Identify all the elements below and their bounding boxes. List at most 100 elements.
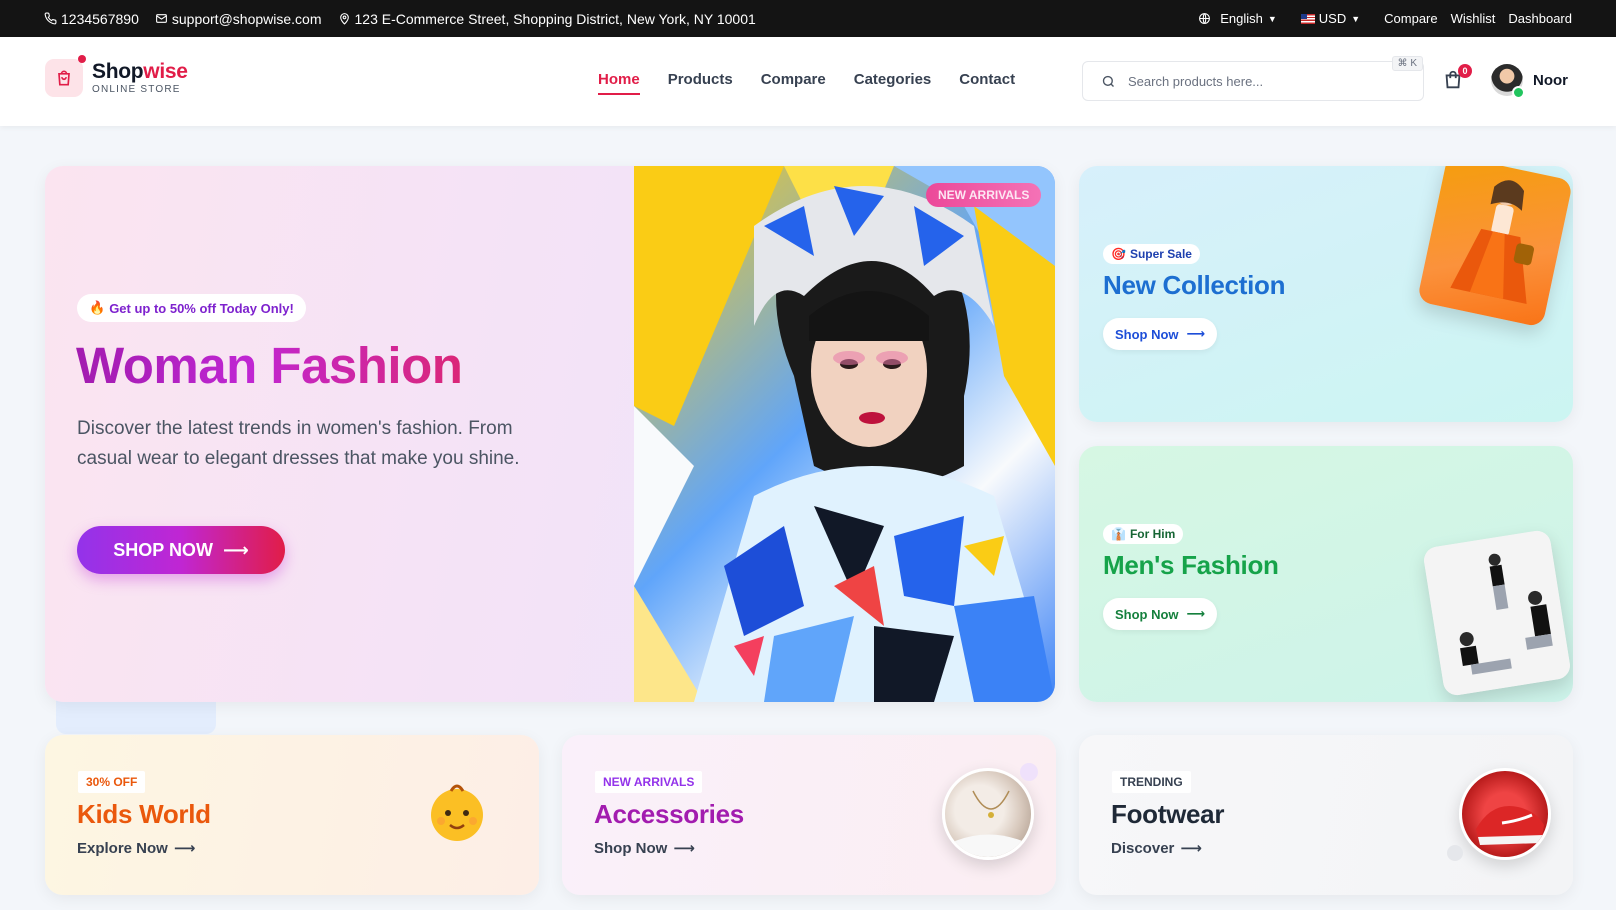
shop-now-button[interactable]: Shop Now ⟶ <box>1103 598 1218 630</box>
globe-icon <box>1199 13 1211 24</box>
main-header: Shopwise ONLINE STORE Home Products Comp… <box>0 37 1616 126</box>
email-address: support@shopwise.com <box>171 10 322 27</box>
hero-shop-now-button[interactable]: SHOP NOW ⟶ <box>77 526 285 574</box>
red-sneaker-illustration <box>1476 805 1544 845</box>
hero-image <box>634 166 1055 702</box>
link-label: Discover <box>1111 839 1175 857</box>
card-title: Footwear <box>1111 799 1225 829</box>
logo-name-part1: Shop <box>92 60 144 83</box>
map-pin-icon <box>339 13 349 25</box>
woman-orange-dress-illustration <box>1450 180 1535 304</box>
topbar-wishlist-link[interactable]: Wishlist <box>1451 11 1496 26</box>
new-arrivals-tag: NEW ARRIVALS <box>595 771 703 793</box>
link-label: Explore Now <box>77 839 168 857</box>
mens-fashion-image <box>1422 528 1572 698</box>
mens-fashion-card[interactable]: 👔 For Him Men's Fashion Shop Now ⟶ <box>1079 446 1573 702</box>
arrow-right-icon: ⟶ <box>673 840 695 857</box>
nav-home[interactable]: Home <box>598 71 640 95</box>
avatar <box>1491 64 1525 99</box>
cart-button[interactable]: 0 <box>1442 64 1472 91</box>
cart-count-badge: 0 <box>1458 64 1472 78</box>
tag-text: For Him <box>1129 527 1176 541</box>
hero-description: Discover the latest trends in women's fa… <box>77 418 520 469</box>
logo-subtitle: ONLINE STORE <box>92 84 181 95</box>
baby-face-icon <box>431 784 483 841</box>
collection-image <box>1416 166 1573 328</box>
phone-info[interactable]: 1234567890 <box>44 11 139 27</box>
language-selector[interactable]: English ▼ <box>1198 11 1277 26</box>
topbar-dashboard-link[interactable]: Dashboard <box>1508 11 1572 26</box>
dancers-illustration <box>1422 528 1572 698</box>
search-box: ⌘ K <box>1082 56 1424 101</box>
us-flag-icon <box>1300 13 1315 24</box>
accessories-card[interactable]: NEW ARRIVALS Accessories Shop Now ⟶ <box>562 735 1056 895</box>
decorative-dot <box>1020 763 1038 781</box>
promo-badge-text: Get up to 50% off Today Only! <box>109 300 294 316</box>
chevron-down-icon: ▼ <box>1351 13 1361 24</box>
site-logo[interactable]: Shopwise ONLINE STORE <box>45 55 188 97</box>
nav-categories[interactable]: Categories <box>854 71 932 95</box>
currency-selector[interactable]: USD ▼ <box>1300 11 1361 26</box>
search-shortcut-hint: ⌘ K <box>1391 56 1423 71</box>
search-icon <box>1102 75 1114 87</box>
user-menu[interactable]: Noor <box>1491 64 1568 99</box>
trending-tag: TRENDING <box>1112 771 1191 793</box>
new-arrivals-badge: NEW ARRIVALS <box>926 183 1042 207</box>
topbar-actions: English ▼ USD ▼ Compare Wishlist Dashboa… <box>1185 11 1572 26</box>
user-name: Noor <box>1533 71 1568 89</box>
card-title: Kids World <box>77 799 211 829</box>
super-sale-tag: 🎯 Super Sale <box>1103 244 1200 264</box>
language-label: English <box>1220 11 1263 26</box>
link-label: Shop Now <box>594 839 668 857</box>
contact-info: 1234567890 support@shopwise.com 123 E-Co… <box>44 11 772 27</box>
footwear-card[interactable]: TRENDING Footwear Discover ⟶ <box>1079 735 1573 895</box>
arrow-right-icon: ⟶ <box>1186 326 1206 341</box>
mail-icon <box>155 14 167 23</box>
arrow-right-icon: ⟶ <box>222 539 249 560</box>
logo-text: Shopwise ONLINE STORE <box>92 61 188 95</box>
nav-products[interactable]: Products <box>668 71 733 95</box>
man-icon: 👔 <box>1111 527 1126 541</box>
phone-number: 1234567890 <box>61 10 139 27</box>
kids-world-card[interactable]: 30% OFF Kids World Explore Now ⟶ <box>45 735 539 895</box>
nav-contact[interactable]: Contact <box>959 71 1015 95</box>
explore-now-link[interactable]: Explore Now ⟶ <box>77 839 196 858</box>
card-title: Men's Fashion <box>1103 550 1279 580</box>
phone-icon <box>44 12 57 25</box>
logo-name: Shopwise <box>92 61 188 82</box>
topbar-compare-link[interactable]: Compare <box>1384 11 1437 26</box>
fire-icon: 🔥 <box>89 300 106 315</box>
nav-compare[interactable]: Compare <box>761 71 826 95</box>
new-collection-card[interactable]: 🎯 Super Sale New Collection Shop Now ⟶ <box>1079 166 1573 422</box>
currency-label: USD <box>1318 11 1347 26</box>
button-label: Shop Now <box>1115 326 1179 342</box>
accessories-image <box>942 768 1034 860</box>
shop-now-link[interactable]: Shop Now ⟶ <box>594 839 695 858</box>
button-label: Shop Now <box>1115 606 1179 622</box>
hero-banner: 🔥 Get up to 50% off Today Only! Woman Fa… <box>45 166 1055 702</box>
decorative-shape <box>56 700 216 734</box>
fashion-model-illustration <box>634 166 1055 702</box>
discover-link[interactable]: Discover ⟶ <box>1111 839 1202 858</box>
hero-button-label: SHOP NOW <box>113 539 213 560</box>
store-address: 123 E-Commerce Street, Shopping District… <box>354 10 756 27</box>
card-title: Accessories <box>594 799 744 829</box>
hero-title: Woman Fashion <box>76 337 463 394</box>
card-title: New Collection <box>1103 270 1286 300</box>
decorative-dot <box>1447 845 1463 861</box>
search-input[interactable] <box>1128 73 1378 89</box>
address-info: 123 E-Commerce Street, Shopping District… <box>338 11 756 27</box>
necklace-illustration <box>955 790 1027 857</box>
shopping-bag-icon <box>45 55 86 97</box>
arrow-right-icon: ⟶ <box>173 840 196 857</box>
for-him-tag: 👔 For Him <box>1103 524 1184 544</box>
arrow-right-icon: ⟶ <box>1186 606 1206 621</box>
shop-now-button[interactable]: Shop Now ⟶ <box>1103 318 1218 350</box>
top-bar: 1234567890 support@shopwise.com 123 E-Co… <box>0 0 1616 37</box>
chevron-down-icon: ▼ <box>1267 13 1277 24</box>
email-info[interactable]: support@shopwise.com <box>155 11 322 27</box>
promo-badge: 🔥 Get up to 50% off Today Only! <box>77 294 306 322</box>
main-nav: Home Products Compare Categories Contact <box>598 71 1043 95</box>
footwear-image <box>1459 768 1551 860</box>
discount-tag: 30% OFF <box>78 771 146 793</box>
